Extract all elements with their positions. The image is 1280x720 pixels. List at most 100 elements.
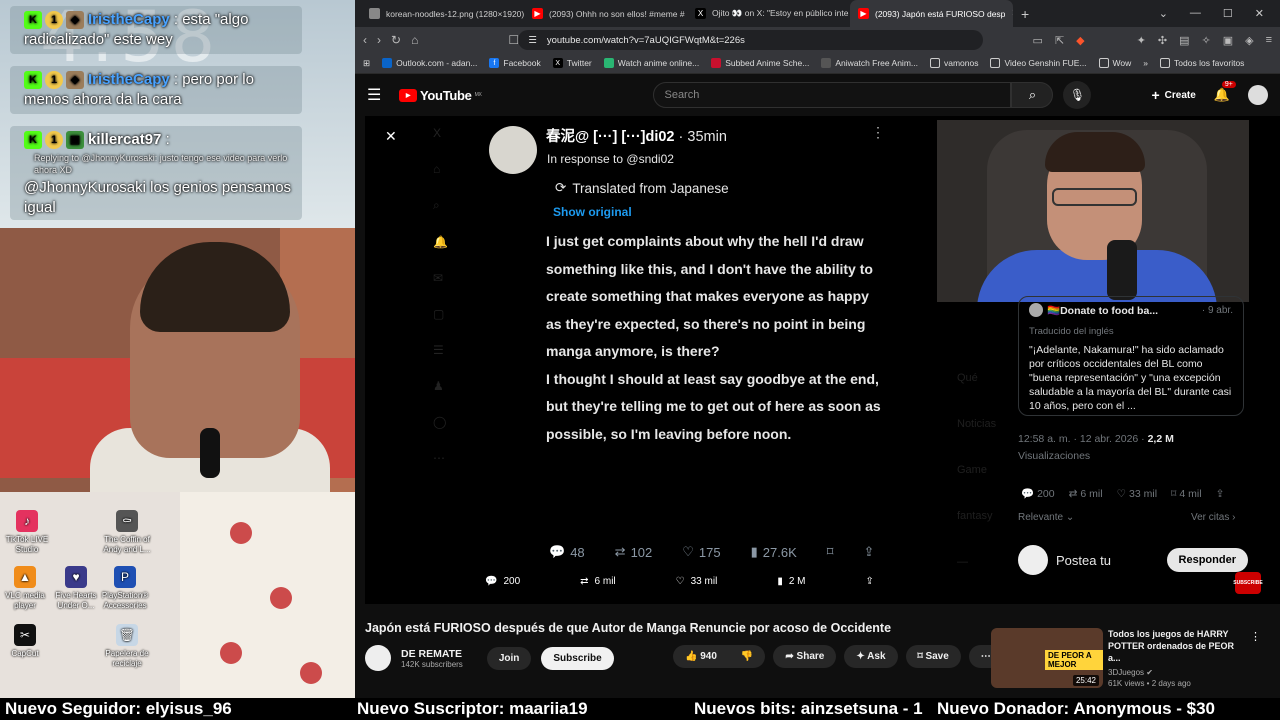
youtube-icon: ▶ [532, 8, 543, 19]
more-options-icon[interactable]: ⋮ [871, 124, 885, 141]
bookmark[interactable]: Video Genshin FUE... [990, 58, 1087, 68]
bookmarks-bar: ⊞ Outlook.com - adan... f Facebook X Twitt… [355, 53, 1280, 74]
view-quotes-link[interactable]: Ver citas › [1191, 512, 1235, 523]
views-button[interactable]: ▮ 2 M [777, 576, 805, 587]
share-button[interactable]: ⇪ [1216, 487, 1225, 500]
bookmark-button[interactable]: ⌑ 4 mil [1171, 487, 1202, 500]
hamburger-menu-icon[interactable]: ☰ [367, 85, 391, 105]
ai-icon[interactable]: ✧ [1201, 34, 1210, 47]
channel-avatar[interactable] [365, 645, 391, 671]
bookmark[interactable]: Outlook.com - adan... [382, 58, 477, 68]
like-button[interactable]: 👍 940 [673, 645, 729, 668]
subscribe-watermark-icon[interactable]: SUBSCRIBE [1233, 572, 1263, 594]
cast-icon[interactable]: ▭ [1033, 34, 1043, 47]
reply-input[interactable]: Postea tu [1056, 553, 1159, 568]
desktop-icon-recycle-bin[interactable]: 🗑 Papelera de reciclaje [96, 624, 158, 669]
forward-icon[interactable]: › [377, 33, 381, 47]
create-button[interactable]: + Create [1151, 87, 1195, 103]
desktop-icon-capcut[interactable]: ✂ CapCut [0, 624, 56, 659]
voice-search-button[interactable]: 🎙 [1063, 81, 1092, 109]
reply-submit-button[interactable]: Responder [1166, 548, 1248, 572]
save-button[interactable]: ⌑ Save [905, 645, 961, 668]
bookmark[interactable]: Watch anime online... [603, 58, 699, 68]
search-input[interactable]: Search [653, 82, 1012, 108]
maximize-icon[interactable]: ☐ [1223, 7, 1233, 20]
anime-icon [711, 58, 722, 68]
browser-tab-active[interactable]: ▶ (2093) Japón está FURIOSO desp ✕ [850, 0, 1013, 27]
subscribe-button[interactable]: Subscribe [541, 646, 614, 670]
bookmark[interactable]: Wow [1098, 58, 1131, 68]
bookmark[interactable]: Todos los favoritos [1160, 58, 1244, 68]
video-player[interactable]: X ⌂ ⌕ 🔔 ✉ ▢ ☰ ♟ ◯ ⋯ ✕ 春泥@ [···] [···]di02 · 35min… [365, 116, 1005, 604]
tab-search-icon[interactable]: ⌄ [1159, 7, 1168, 20]
browser-tab[interactable]: ▶ (2093) Ohhh no son ellos! #meme # [524, 0, 687, 27]
reload-icon[interactable]: ↻ [391, 33, 401, 47]
bookmark[interactable]: Aniwatch Free Anim... [821, 58, 918, 68]
like-button[interactable]: ♡ 33 mil [676, 576, 718, 587]
search-button[interactable]: ⌕ [1011, 82, 1054, 108]
site-info-icon[interactable]: ☰ [528, 35, 537, 46]
like-button[interactable]: ♡ 175 [682, 544, 720, 560]
sidebar-icon[interactable]: ▤ [1179, 34, 1189, 47]
channel-name[interactable]: DE REMATE [401, 648, 463, 660]
url-field[interactable]: ☰ youtube.com/watch?v=7aUQIGFWqtM&t=226s [518, 30, 984, 50]
sort-dropdown[interactable]: Relevante ⌄ [1018, 512, 1074, 523]
bookmark[interactable]: Subbed Anime Sche... [711, 58, 809, 68]
vpn-icon[interactable]: ◈ [1245, 34, 1253, 47]
brave-icon[interactable]: ◆ [1076, 34, 1084, 47]
ask-button[interactable]: ✦ Ask [844, 645, 898, 668]
share-button[interactable]: ⇪ [863, 544, 874, 560]
notifications-button[interactable]: 🔔 9+ [1214, 81, 1236, 103]
share-icon[interactable]: ⇱ [1055, 34, 1064, 47]
anime-icon [821, 58, 832, 68]
close-tab-icon[interactable]: ✕ [1011, 8, 1013, 19]
subscriber-count: 142K subscribers [401, 659, 463, 669]
quoted-post[interactable]: 🏳️‍🌈Donate to food ba... · 9 abr. Traduc… [1018, 296, 1244, 416]
close-icon[interactable]: ✕ [385, 128, 397, 145]
reply-button[interactable]: 💬 48 [549, 544, 585, 560]
views-button[interactable]: ▮ 27.6K [751, 544, 797, 560]
wallet-icon[interactable]: ▣ [1223, 34, 1233, 47]
bookmark[interactable]: f Facebook [489, 58, 541, 68]
back-icon[interactable]: ‹ [363, 33, 367, 47]
youtube-logo[interactable]: ▶ YouTube MX [399, 88, 482, 103]
bookmark-button[interactable]: ⌑ [827, 544, 834, 560]
desktop-icon-tiktok-live[interactable]: ♪ TikTok LIVE Studio [0, 510, 58, 555]
close-window-icon[interactable]: ✕ [1255, 7, 1264, 20]
bookmark[interactable]: X Twitter [552, 58, 592, 68]
bookmark[interactable]: vamonos [929, 58, 978, 68]
repost-button[interactable]: ⇄ 6 mil [580, 576, 616, 587]
puzzle-icon[interactable]: ✣ [1158, 34, 1167, 47]
desktop-icon-coffin[interactable]: ⚰ The Coffin of Andy and L... [96, 510, 158, 555]
dislike-button[interactable]: 👎 [729, 645, 765, 668]
gift-badge-icon: 1 [45, 11, 63, 30]
reply-button[interactable]: 💬 200 [485, 576, 520, 587]
show-original-link[interactable]: Show original [553, 205, 632, 219]
more-bookmarks-icon[interactable]: » [1143, 58, 1148, 68]
more-options-icon[interactable]: ⋮ [1250, 630, 1261, 643]
heart-icon: ♡ [1116, 487, 1127, 500]
home-icon[interactable]: ⌂ [411, 33, 418, 47]
apps-icon[interactable]: ⊞ [363, 58, 370, 69]
join-button[interactable]: Join [486, 646, 532, 670]
share-button[interactable]: ➦ Share [773, 645, 837, 668]
share-button[interactable]: ⇪ [866, 576, 874, 587]
menu-icon[interactable]: ≡ [1266, 34, 1272, 47]
extension-icon[interactable]: ✦ [1137, 34, 1146, 47]
recommended-info[interactable]: Todos los juegos de HARRY POTTER ordenad… [1108, 628, 1243, 688]
browser-tab[interactable]: X Ojito 👀 on X: "Estoy en público inte [687, 0, 850, 27]
minimize-icon[interactable]: — [1190, 7, 1201, 20]
chat-username: killercat97 [88, 131, 162, 148]
repost-button[interactable]: ⇄ 102 [615, 544, 653, 560]
new-tab-button[interactable]: + [1021, 6, 1029, 22]
reply-button[interactable]: 💬 200 [1021, 487, 1055, 501]
desktop-icon-playstation[interactable]: P PlayStation® Accessories [94, 566, 156, 611]
avatar [1029, 303, 1043, 317]
translated-label: ⟳ Translated from Japanese [555, 180, 729, 196]
avatar[interactable] [1248, 85, 1268, 105]
browser-tab[interactable]: korean-noodles-12.png (1280×1920) [361, 0, 524, 27]
like-button[interactable]: ♡ 33 mil [1117, 487, 1157, 500]
bookmark-star-icon[interactable]: ☐ [508, 33, 519, 47]
repost-button[interactable]: ⇄ 6 mil [1069, 487, 1103, 500]
recommended-thumbnail[interactable]: DE PEOR A MEJOR 25:42 [991, 628, 1103, 688]
